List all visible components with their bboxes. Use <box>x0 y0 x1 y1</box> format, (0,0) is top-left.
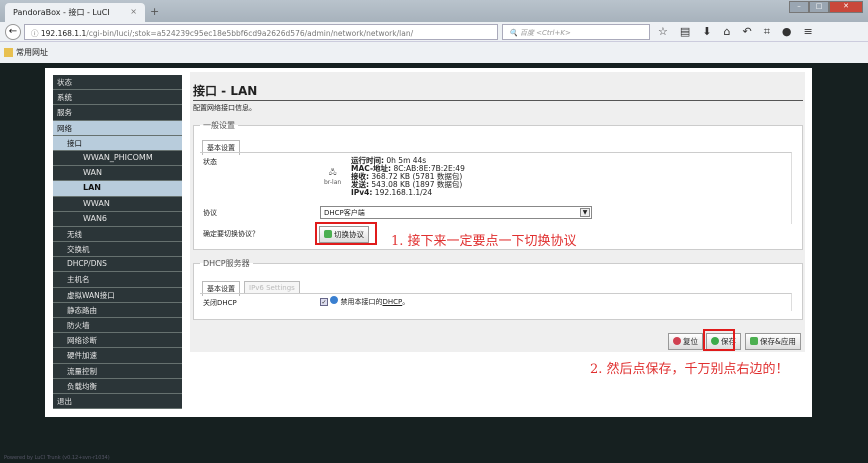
sidebar-item[interactable]: 静态路由 <box>53 302 182 318</box>
navigation-bar: ← ⓘ 192.168.1.1/cgi-bin/luci/;stok=a5242… <box>0 22 868 42</box>
switch-protocol-label: 确定要切换协议？ <box>203 230 259 238</box>
sidebar-menu: 状态 系统 服务 网络 接口 WWAN_PHICOMM WAN LAN WWAN WAN6 无线 交换… <box>53 75 182 410</box>
folder-icon <box>4 48 13 57</box>
minimize-button[interactable]: – <box>789 1 809 13</box>
sidebar-item[interactable]: 接口 <box>53 135 182 151</box>
section-legend: 一般设置 <box>203 121 235 130</box>
dhcp-abbr: DHCP <box>382 298 403 306</box>
sidebar-item[interactable]: 负载均衡 <box>53 378 182 394</box>
toolbar: ☆ ▤ ⬇ ⌂ ↶ ⌗ ● ≡ <box>658 25 813 39</box>
page-title: 接口 - LAN <box>193 82 803 101</box>
window-controls: – □ ✕ <box>789 1 863 13</box>
page-description: 配置网络接口信息。 <box>193 104 256 112</box>
status-info: 运行时间: 0h 5m 44s MAC-地址: 8C:AB:8E:7B:2E:4… <box>351 157 465 197</box>
ignore-dhcp-label: 关闭DHCP <box>203 299 237 307</box>
sidebar-item[interactable]: WWAN_PHICOMM <box>53 150 182 167</box>
bookmark-star-icon[interactable]: ☆ <box>658 25 668 39</box>
browser-tab[interactable]: PandoraBox - 接口 - LuCI × <box>5 3 145 22</box>
status-label: 状态 <box>203 158 217 166</box>
annotation-step1: 1. 接下来一定要点一下切换协议 <box>391 234 577 249</box>
reset-icon <box>673 337 681 345</box>
ignore-desc: 禁用本接口的 <box>340 298 383 306</box>
sidebar-item[interactable]: 流量控制 <box>53 363 182 379</box>
sidebar-item[interactable]: 主机名 <box>53 272 182 288</box>
save-apply-button[interactable]: 保存&应用 <box>745 333 801 350</box>
sidebar-item[interactable]: LAN <box>53 181 182 197</box>
sidebar-item[interactable]: 防火墙 <box>53 318 182 334</box>
home-icon[interactable]: ⌂ <box>724 25 731 39</box>
sidebar-item[interactable]: 状态 <box>53 75 182 91</box>
chevron-down-icon: ▼ <box>580 208 590 217</box>
reading-list-icon[interactable]: ▤ <box>680 25 690 39</box>
save-apply-text: 保存&应用 <box>760 337 796 346</box>
sidebar-item[interactable]: 退出 <box>53 393 182 410</box>
section-legend: DHCP服务器 <box>203 259 250 268</box>
menu-icon[interactable]: ≡ <box>804 25 813 39</box>
bookmarks-bar: 常用网址 <box>0 42 868 63</box>
sidebar-item[interactable]: DHCP/DNS <box>53 257 182 273</box>
apply-icon <box>750 337 758 345</box>
chat-icon[interactable]: ● <box>782 25 792 39</box>
sidebar-item[interactable]: 网络 <box>53 120 182 136</box>
bookmark-common-sites[interactable]: 常用网址 <box>16 48 48 57</box>
close-tab-icon[interactable]: × <box>130 7 137 16</box>
protocol-value: DHCP客户端 <box>324 209 365 217</box>
sidebar-item[interactable]: 硬件加速 <box>53 348 182 364</box>
iface-block: 🖧 br-lan <box>324 168 341 186</box>
reset-text: 复位 <box>683 337 698 346</box>
ignore-dhcp-checkbox[interactable]: ✓ <box>320 298 328 306</box>
ignore-dhcp-field: ✓ 禁用本接口的DHCP。 <box>320 296 409 307</box>
download-icon[interactable]: ⬇ <box>702 25 711 39</box>
reset-button[interactable]: 复位 <box>668 333 703 350</box>
maximize-button[interactable]: □ <box>809 1 829 13</box>
ipv4-label: IPv4: <box>351 188 373 197</box>
browser-tab-bar: PandoraBox - 接口 - LuCI × + – □ ✕ <box>0 0 868 22</box>
search-input[interactable]: 🔍 百度 <Ctrl+K> <box>502 24 650 40</box>
close-window-button[interactable]: ✕ <box>829 1 863 13</box>
tab-content <box>200 293 792 311</box>
undo-icon[interactable]: ↶ <box>742 25 751 39</box>
sidebar-item[interactable]: WWAN <box>53 196 182 212</box>
new-tab-button[interactable]: + <box>150 5 159 18</box>
address-bar[interactable]: ⓘ 192.168.1.1/cgi-bin/luci/;stok=a524239… <box>24 24 498 40</box>
sidebar-item[interactable]: 系统 <box>53 90 182 106</box>
back-button[interactable]: ← <box>5 24 21 40</box>
sidebar-item[interactable]: 无线 <box>53 226 182 243</box>
iface-name: br-lan <box>324 179 342 186</box>
footer: Powered by LuCI Trunk (v0.12+svn-r1034) <box>4 455 110 461</box>
sidebar-item[interactable]: 服务 <box>53 105 182 121</box>
network-icon: 🖧 <box>328 168 337 176</box>
annotation-step2: 2. 然后点保存，千万别点右边的！ <box>590 362 789 377</box>
sidebar-item[interactable]: WAN6 <box>53 211 182 227</box>
highlight-box <box>315 222 377 245</box>
sidebar-item[interactable]: WAN <box>53 166 182 182</box>
protocol-select[interactable]: DHCP客户端 ▼ <box>320 206 592 219</box>
sidebar-item[interactable]: 网络诊断 <box>53 333 182 349</box>
info-icon <box>330 296 339 304</box>
tab-title: PandoraBox - 接口 - LuCI <box>13 8 110 17</box>
crop-icon[interactable]: ⌗ <box>764 25 770 39</box>
highlight-box <box>703 329 735 351</box>
url-path: /cgi-bin/luci/;stok=a524239c95ec18e5bbf6… <box>86 29 414 38</box>
protocol-label: 协议 <box>203 209 217 217</box>
url-host: 192.168.1.1 <box>40 29 87 38</box>
ignore-desc-suffix: 。 <box>402 298 410 306</box>
sidebar-item[interactable]: 虚拟WAN接口 <box>53 287 182 303</box>
ipv4-value: 192.168.1.1/24 <box>374 188 433 197</box>
sidebar-item[interactable]: 交换机 <box>53 242 182 258</box>
search-placeholder: 百度 <Ctrl+K> <box>519 29 571 37</box>
